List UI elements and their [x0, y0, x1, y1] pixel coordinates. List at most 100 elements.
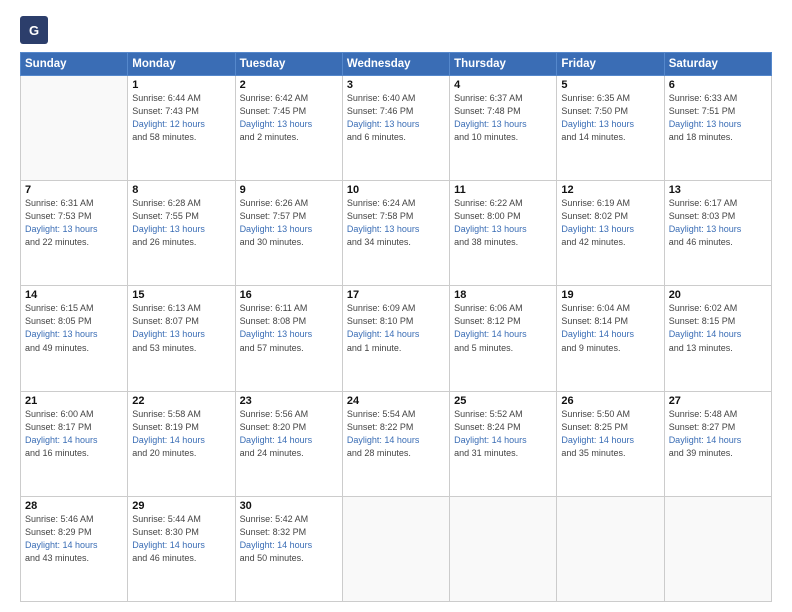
sunset-text: Sunset: 8:02 PM — [561, 211, 628, 221]
day-number: 23 — [240, 395, 338, 407]
day-info: Sunrise: 6:13 AMSunset: 8:07 PMDaylight:… — [132, 302, 230, 354]
header-cell-sunday: Sunday — [21, 53, 128, 76]
sunrise-text: Sunrise: 6:11 AM — [240, 303, 308, 313]
week-row-2: 14Sunrise: 6:15 AMSunset: 8:05 PMDayligh… — [21, 286, 772, 391]
daylight-line2: and 43 minutes. — [25, 553, 89, 563]
daylight-line2: and 49 minutes. — [25, 343, 89, 353]
daylight-label: Daylight: 14 hours — [25, 435, 98, 445]
daylight-label: Daylight: 14 hours — [240, 540, 313, 550]
week-row-0: 1Sunrise: 6:44 AMSunset: 7:43 PMDaylight… — [21, 76, 772, 181]
day-info: Sunrise: 6:04 AMSunset: 8:14 PMDaylight:… — [561, 302, 659, 354]
day-cell: 20Sunrise: 6:02 AMSunset: 8:15 PMDayligh… — [664, 286, 771, 391]
sunset-text: Sunset: 7:57 PM — [240, 211, 307, 221]
day-cell: 17Sunrise: 6:09 AMSunset: 8:10 PMDayligh… — [342, 286, 449, 391]
daylight-line2: and 46 minutes. — [132, 553, 196, 563]
day-cell: 28Sunrise: 5:46 AMSunset: 8:29 PMDayligh… — [21, 496, 128, 601]
daylight-label: Daylight: 13 hours — [669, 119, 742, 129]
day-info: Sunrise: 6:06 AMSunset: 8:12 PMDaylight:… — [454, 302, 552, 354]
day-cell: 4Sunrise: 6:37 AMSunset: 7:48 PMDaylight… — [450, 76, 557, 181]
day-info: Sunrise: 6:09 AMSunset: 8:10 PMDaylight:… — [347, 302, 445, 354]
daylight-line2: and 20 minutes. — [132, 448, 196, 458]
sunrise-text: Sunrise: 6:40 AM — [347, 93, 416, 103]
day-cell — [557, 496, 664, 601]
day-info: Sunrise: 6:33 AMSunset: 7:51 PMDaylight:… — [669, 92, 767, 144]
sunrise-text: Sunrise: 5:44 AM — [132, 514, 201, 524]
sunrise-text: Sunrise: 6:02 AM — [669, 303, 738, 313]
sunrise-text: Sunrise: 6:06 AM — [454, 303, 523, 313]
logo-icon: G — [20, 16, 48, 44]
day-info: Sunrise: 6:28 AMSunset: 7:55 PMDaylight:… — [132, 197, 230, 249]
sunrise-text: Sunrise: 6:28 AM — [132, 198, 201, 208]
day-cell: 9Sunrise: 6:26 AMSunset: 7:57 PMDaylight… — [235, 181, 342, 286]
sunset-text: Sunset: 7:43 PM — [132, 106, 199, 116]
day-number: 19 — [561, 289, 659, 301]
header-cell-wednesday: Wednesday — [342, 53, 449, 76]
daylight-line2: and 35 minutes. — [561, 448, 625, 458]
day-number: 17 — [347, 289, 445, 301]
daylight-line2: and 26 minutes. — [132, 237, 196, 247]
svg-text:G: G — [29, 23, 39, 38]
daylight-line2: and 31 minutes. — [454, 448, 518, 458]
sunrise-text: Sunrise: 6:15 AM — [25, 303, 94, 313]
header: G — [20, 16, 772, 44]
day-number: 26 — [561, 395, 659, 407]
day-info: Sunrise: 6:00 AM Sunset: 8:17 PM Daylight:… — [25, 408, 123, 460]
sunset-text: Sunset: 8:32 PM — [240, 527, 307, 537]
sunset-text: Sunset: 8:19 PM — [132, 422, 199, 432]
daylight-line2: and 24 minutes. — [240, 448, 304, 458]
day-info: Sunrise: 5:58 AMSunset: 8:19 PMDaylight:… — [132, 408, 230, 460]
day-cell: 3Sunrise: 6:40 AMSunset: 7:46 PMDaylight… — [342, 76, 449, 181]
daylight-label: Daylight: 14 hours — [347, 435, 420, 445]
header-cell-tuesday: Tuesday — [235, 53, 342, 76]
daylight-label: Daylight: 14 hours — [669, 329, 742, 339]
sunrise-text: Sunrise: 5:42 AM — [240, 514, 309, 524]
sunset-text: Sunset: 8:08 PM — [240, 316, 307, 326]
daylight-label: Daylight: 13 hours — [561, 224, 634, 234]
sunrise-text: Sunrise: 6:17 AM — [669, 198, 738, 208]
sunset-text: Sunset: 7:51 PM — [669, 106, 736, 116]
day-cell: 16 Sunrise: 6:11 AM Sunset: 8:08 PM Dayligh… — [235, 286, 342, 391]
day-cell: 19Sunrise: 6:04 AMSunset: 8:14 PMDayligh… — [557, 286, 664, 391]
daylight-label: Daylight: 14 hours — [561, 329, 634, 339]
day-cell: 7Sunrise: 6:31 AMSunset: 7:53 PMDaylight… — [21, 181, 128, 286]
sunset-text: Sunset: 8:20 PM — [240, 422, 307, 432]
day-cell: 30 Sunrise: 5:42 AM Sunset: 8:32 PM Dayligh… — [235, 496, 342, 601]
day-number: 30 — [240, 500, 338, 512]
header-row: SundayMondayTuesdayWednesdayThursdayFrid… — [21, 53, 772, 76]
sunset-text: Sunset: 8:05 PM — [25, 316, 92, 326]
day-number: 21 — [25, 395, 123, 407]
sunset-text: Sunset: 8:17 PM — [25, 422, 92, 432]
day-cell: 26Sunrise: 5:50 AMSunset: 8:25 PMDayligh… — [557, 391, 664, 496]
sunset-text: Sunset: 8:30 PM — [132, 527, 199, 537]
daylight-label: Daylight: 13 hours — [132, 224, 205, 234]
day-info: Sunrise: 5:44 AMSunset: 8:30 PMDaylight:… — [132, 513, 230, 565]
daylight-label: Daylight: 13 hours — [240, 329, 313, 339]
sunrise-text: Sunrise: 6:22 AM — [454, 198, 523, 208]
day-info: Sunrise: 5:48 AMSunset: 8:27 PMDaylight:… — [669, 408, 767, 460]
sunrise-text: Sunrise: 5:58 AM — [132, 409, 201, 419]
day-info: Sunrise: 6:44 AMSunset: 7:43 PMDaylight:… — [132, 92, 230, 144]
day-cell: 8Sunrise: 6:28 AMSunset: 7:55 PMDaylight… — [128, 181, 235, 286]
day-info: Sunrise: 6:17 AMSunset: 8:03 PMDaylight:… — [669, 197, 767, 249]
daylight-line2: and 22 minutes. — [25, 237, 89, 247]
sunrise-text: Sunrise: 6:00 AM — [25, 409, 94, 419]
daylight-label: Daylight: 13 hours — [240, 224, 313, 234]
daylight-line2: and 57 minutes. — [240, 343, 304, 353]
day-info: Sunrise: 5:50 AMSunset: 8:25 PMDaylight:… — [561, 408, 659, 460]
sunrise-text: Sunrise: 6:37 AM — [454, 93, 523, 103]
daylight-label: Daylight: 12 hours — [132, 119, 205, 129]
day-cell: 21 Sunrise: 6:00 AM Sunset: 8:17 PM Dayligh… — [21, 391, 128, 496]
sunset-text: Sunset: 8:07 PM — [132, 316, 199, 326]
day-cell: 13Sunrise: 6:17 AMSunset: 8:03 PMDayligh… — [664, 181, 771, 286]
daylight-line2: and 6 minutes. — [347, 132, 406, 142]
daylight-label: Daylight: 14 hours — [669, 435, 742, 445]
day-info: Sunrise: 6:02 AMSunset: 8:15 PMDaylight:… — [669, 302, 767, 354]
sunset-text: Sunset: 7:53 PM — [25, 211, 92, 221]
day-number: 28 — [25, 500, 123, 512]
sunset-text: Sunset: 8:24 PM — [454, 422, 521, 432]
day-number: 29 — [132, 500, 230, 512]
daylight-label: Daylight: 13 hours — [347, 119, 420, 129]
sunrise-text: Sunrise: 6:42 AM — [240, 93, 309, 103]
sunset-text: Sunset: 8:25 PM — [561, 422, 628, 432]
day-number: 16 — [240, 289, 338, 301]
